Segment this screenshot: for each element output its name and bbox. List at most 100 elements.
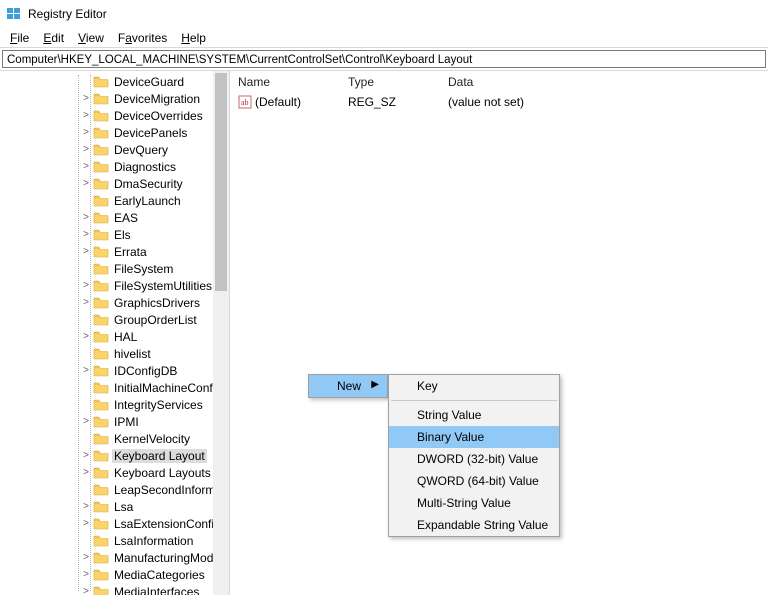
tree-item[interactable]: >Lsa [0, 498, 229, 515]
tree-item[interactable]: >Errata [0, 243, 229, 260]
tree-item[interactable]: >Diagnostics [0, 158, 229, 175]
tree-item-label: LeapSecondInformation [112, 483, 229, 497]
submenu-string-value[interactable]: String Value [389, 404, 559, 426]
tree-item[interactable]: LsaInformation [0, 532, 229, 549]
titlebar: Registry Editor [0, 0, 768, 28]
menu-help[interactable]: Help [175, 30, 212, 46]
address-path: Computer\HKEY_LOCAL_MACHINE\SYSTEM\Curre… [7, 54, 472, 66]
col-header-type[interactable]: Type [340, 73, 440, 91]
tree-item[interactable]: >IDConfigDB [0, 362, 229, 379]
folder-icon [93, 381, 109, 395]
tree-item-label: DeviceMigration [112, 92, 202, 106]
menubar: File Edit View Favorites Help [0, 28, 768, 48]
folder-icon [93, 432, 109, 446]
tree-item-label: FileSystem [112, 262, 175, 276]
folder-icon [93, 296, 109, 310]
submenu-dword-value[interactable]: DWORD (32-bit) Value [389, 448, 559, 470]
submenu-binary-value[interactable]: Binary Value [389, 426, 559, 448]
svg-text:ab: ab [241, 98, 249, 107]
folder-icon [93, 517, 109, 531]
tree-item[interactable]: >LsaExtensionConfig [0, 515, 229, 532]
window-title: Registry Editor [28, 7, 107, 21]
folder-icon [93, 449, 109, 463]
tree-item[interactable]: hivelist [0, 345, 229, 362]
context-submenu-new[interactable]: Key String Value Binary Value DWORD (32-… [388, 374, 560, 537]
tree-item[interactable]: LeapSecondInformation [0, 481, 229, 498]
address-bar[interactable]: Computer\HKEY_LOCAL_MACHINE\SYSTEM\Curre… [2, 50, 766, 68]
tree-item-label: hivelist [112, 347, 153, 361]
tree-item[interactable]: >ManufacturingMode [0, 549, 229, 566]
tree-item[interactable]: FileSystem [0, 260, 229, 277]
tree-item[interactable]: KernelVelocity [0, 430, 229, 447]
tree-item[interactable]: EarlyLaunch [0, 192, 229, 209]
string-value-icon: ab [238, 95, 252, 109]
tree-item-label: DeviceOverrides [112, 109, 205, 123]
context-menu[interactable]: New ▶ Key String Value Binary Value DWOR… [308, 374, 388, 398]
tree-item-label: HAL [112, 330, 139, 344]
tree-item-label: IDConfigDB [112, 364, 179, 378]
folder-icon [93, 568, 109, 582]
folder-icon [93, 585, 109, 595]
tree-item-label: LsaInformation [112, 534, 195, 548]
folder-icon [93, 194, 109, 208]
menu-favorites[interactable]: Favorites [112, 30, 173, 46]
tree-item[interactable]: >Els [0, 226, 229, 243]
tree-item[interactable]: >Keyboard Layouts [0, 464, 229, 481]
list-header: Name Type Data [230, 71, 768, 93]
tree-item[interactable]: InitialMachineConfig [0, 379, 229, 396]
folder-icon [93, 228, 109, 242]
tree-item-label: IPMI [112, 415, 141, 429]
tree-item[interactable]: >HAL [0, 328, 229, 345]
submenu-multi-string-value[interactable]: Multi-String Value [389, 492, 559, 514]
tree-item-label: EAS [112, 211, 140, 225]
menu-file[interactable]: File [4, 30, 35, 46]
tree-item[interactable]: >DevicePanels [0, 124, 229, 141]
tree-scrollbar[interactable] [213, 71, 229, 595]
submenu-qword-value[interactable]: QWORD (64-bit) Value [389, 470, 559, 492]
tree-item[interactable]: >DeviceOverrides [0, 107, 229, 124]
tree-item[interactable]: >DeviceMigration [0, 90, 229, 107]
tree-item-label: IntegrityServices [112, 398, 205, 412]
submenu-expandable-string-value[interactable]: Expandable String Value [389, 514, 559, 536]
folder-icon [93, 245, 109, 259]
tree-item[interactable]: GroupOrderList [0, 311, 229, 328]
menu-edit[interactable]: Edit [37, 30, 70, 46]
tree-scrollbar-thumb[interactable] [215, 73, 227, 291]
tree-item[interactable]: >EAS [0, 209, 229, 226]
tree-item[interactable]: >GraphicsDrivers [0, 294, 229, 311]
tree-item[interactable]: >IPMI [0, 413, 229, 430]
tree-item-label: DeviceGuard [112, 75, 186, 89]
submenu-key[interactable]: Key [389, 375, 559, 397]
folder-icon [93, 398, 109, 412]
submenu-arrow-icon: ▶ [371, 379, 379, 390]
content-split: DeviceGuard>DeviceMigration>DeviceOverri… [0, 70, 768, 595]
col-header-data[interactable]: Data [440, 73, 768, 91]
folder-icon [93, 109, 109, 123]
col-header-name[interactable]: Name [230, 73, 340, 91]
menu-view[interactable]: View [72, 30, 110, 46]
tree-item-label: EarlyLaunch [112, 194, 183, 208]
tree-item[interactable]: >Keyboard Layout [0, 447, 229, 464]
registry-tree[interactable]: DeviceGuard>DeviceMigration>DeviceOverri… [0, 71, 229, 595]
tree-item[interactable]: >MediaCategories [0, 566, 229, 583]
tree-pane: DeviceGuard>DeviceMigration>DeviceOverri… [0, 71, 230, 595]
list-row[interactable]: ab(Default)REG_SZ(value not set) [230, 93, 768, 111]
tree-item-label: InitialMachineConfig [112, 381, 224, 395]
tree-item-label: DmaSecurity [112, 177, 185, 191]
tree-item-label: Els [112, 228, 133, 242]
tree-item[interactable]: DeviceGuard [0, 73, 229, 90]
folder-icon [93, 92, 109, 106]
tree-item[interactable]: IntegrityServices [0, 396, 229, 413]
tree-item-label: KernelVelocity [112, 432, 192, 446]
tree-item-label: GraphicsDrivers [112, 296, 202, 310]
value-name: (Default) [255, 95, 301, 109]
tree-item[interactable]: >DmaSecurity [0, 175, 229, 192]
context-menu-new[interactable]: New ▶ [309, 375, 387, 397]
folder-icon [93, 75, 109, 89]
tree-item[interactable]: >MediaInterfaces [0, 583, 229, 595]
tree-item-label: MediaInterfaces [112, 585, 201, 595]
tree-item[interactable]: >FileSystemUtilities [0, 277, 229, 294]
folder-icon [93, 364, 109, 378]
tree-item[interactable]: >DevQuery [0, 141, 229, 158]
list-body[interactable]: ab(Default)REG_SZ(value not set) [230, 93, 768, 111]
